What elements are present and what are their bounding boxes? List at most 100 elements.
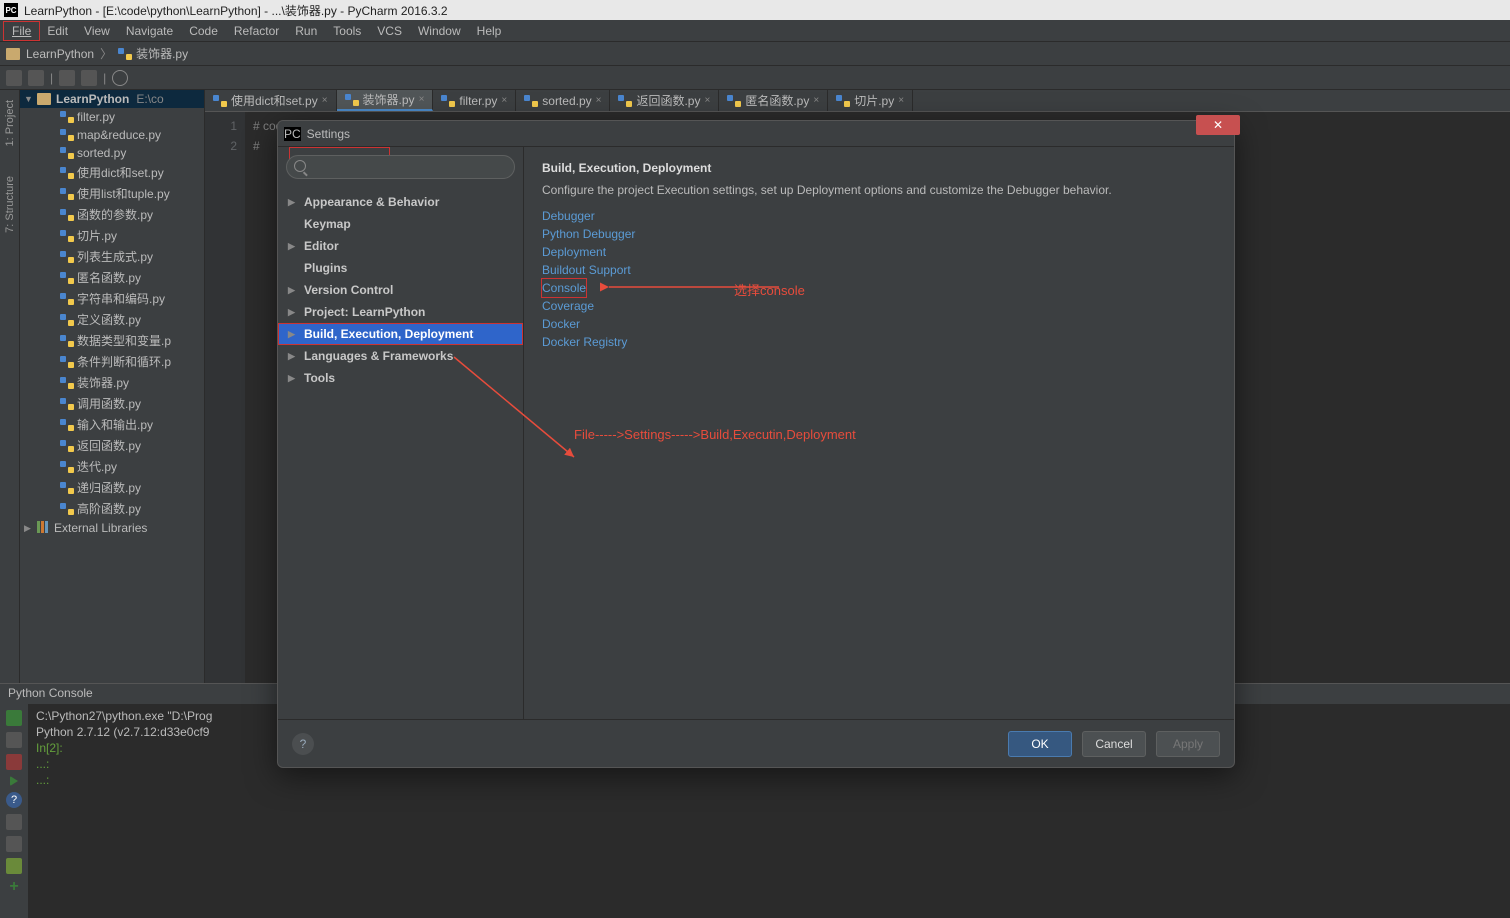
breadcrumb-project[interactable]: LearnPython xyxy=(26,47,94,61)
play-icon[interactable] xyxy=(10,776,18,786)
expand-arrow-icon[interactable]: ▼ xyxy=(24,94,34,104)
close-button[interactable]: ✕ xyxy=(1196,115,1240,135)
project-root-path: E:\co xyxy=(136,92,163,106)
project-root[interactable]: ▼ LearnPython E:\co xyxy=(20,90,204,108)
settings-link[interactable]: Debugger xyxy=(542,207,1216,225)
tree-file[interactable]: sorted.py xyxy=(20,144,204,162)
menu-navigate[interactable]: Navigate xyxy=(118,22,181,40)
settings-category[interactable]: Keymap xyxy=(278,213,523,235)
tree-file[interactable]: 调用函数.py xyxy=(20,393,204,414)
tree-file[interactable]: 递归函数.py xyxy=(20,477,204,498)
close-icon[interactable] xyxy=(6,754,22,770)
settings-category[interactable]: ▶Tools xyxy=(278,367,523,389)
cancel-button[interactable]: Cancel xyxy=(1082,731,1146,757)
project-root-label: LearnPython xyxy=(56,92,129,106)
gear-icon[interactable] xyxy=(112,70,128,86)
toolbar-icon[interactable] xyxy=(28,70,44,86)
tree-file[interactable]: 列表生成式.py xyxy=(20,246,204,267)
breadcrumb-file[interactable]: 装饰器.py xyxy=(136,45,188,62)
menu-view[interactable]: View xyxy=(76,22,118,40)
category-label: Editor xyxy=(304,239,339,253)
tree-file[interactable]: 高阶函数.py xyxy=(20,498,204,519)
menu-tools[interactable]: Tools xyxy=(325,22,369,40)
close-icon[interactable]: × xyxy=(813,95,819,106)
menu-window[interactable]: Window xyxy=(410,22,469,40)
editor-tab[interactable]: filter.py× xyxy=(433,90,516,111)
add-icon[interactable]: + xyxy=(6,880,22,896)
help-icon[interactable]: ? xyxy=(6,792,22,808)
tree-file[interactable]: 使用list和tuple.py xyxy=(20,183,204,204)
settings-link[interactable]: Console xyxy=(542,279,586,297)
settings-link[interactable]: Docker Registry xyxy=(542,333,1216,351)
ok-button[interactable]: OK xyxy=(1008,731,1072,757)
tree-file-label: 函数的参数.py xyxy=(77,206,153,223)
tree-file-label: map&reduce.py xyxy=(77,128,161,142)
project-tree[interactable]: ▼ LearnPython E:\co filter.py map&reduce.… xyxy=(20,90,205,683)
toolbar-icon[interactable] xyxy=(81,70,97,86)
tree-file[interactable]: 字符串和编码.py xyxy=(20,288,204,309)
help-button[interactable]: ? xyxy=(292,733,314,755)
project-tool-button[interactable]: 1: Project xyxy=(4,100,16,146)
editor-tab[interactable]: sorted.py× xyxy=(516,90,610,111)
structure-tool-button[interactable]: 7: Structure xyxy=(4,176,16,233)
editor-tab[interactable]: 匿名函数.py× xyxy=(719,90,828,111)
tree-file[interactable]: 返回函数.py xyxy=(20,435,204,456)
settings-category[interactable]: ▶Editor xyxy=(278,235,523,257)
close-icon[interactable]: × xyxy=(322,95,328,106)
tree-file[interactable]: 迭代.py xyxy=(20,456,204,477)
settings-category[interactable]: ▶Project: LearnPython xyxy=(278,301,523,323)
python-file-icon xyxy=(60,128,74,142)
external-libraries[interactable]: ▶ External Libraries xyxy=(20,519,204,537)
close-icon[interactable]: × xyxy=(704,95,710,106)
settings-category[interactable]: ▶Build, Execution, Deployment xyxy=(278,323,523,345)
python-file-icon xyxy=(60,418,74,432)
menu-code[interactable]: Code xyxy=(181,22,226,40)
settings-link[interactable]: Python Debugger xyxy=(542,225,1216,243)
tree-file[interactable]: 输入和输出.py xyxy=(20,414,204,435)
tree-file[interactable]: 切片.py xyxy=(20,225,204,246)
tree-file[interactable]: 定义函数.py xyxy=(20,309,204,330)
menu-edit[interactable]: Edit xyxy=(39,22,76,40)
tree-file[interactable]: 装饰器.py xyxy=(20,372,204,393)
editor-tab[interactable]: 返回函数.py× xyxy=(610,90,719,111)
menu-run[interactable]: Run xyxy=(287,22,325,40)
tree-file[interactable]: 条件判断和循环.p xyxy=(20,351,204,372)
settings-icon[interactable] xyxy=(6,836,22,852)
settings-category[interactable]: ▶Appearance & Behavior xyxy=(278,191,523,213)
rerun-icon[interactable] xyxy=(6,710,22,726)
editor-tab[interactable]: 切片.py× xyxy=(828,90,913,111)
debug-icon[interactable] xyxy=(6,814,22,830)
menu-refactor[interactable]: Refactor xyxy=(226,22,287,40)
expand-arrow-icon[interactable]: ▶ xyxy=(24,523,34,534)
python-file-icon xyxy=(60,271,74,285)
tree-file[interactable]: 匿名函数.py xyxy=(20,267,204,288)
settings-category[interactable]: ▶Languages & Frameworks xyxy=(278,345,523,367)
menu-file[interactable]: File xyxy=(4,22,39,40)
settings-category[interactable]: ▶Version Control xyxy=(278,279,523,301)
settings-link[interactable]: Deployment xyxy=(542,243,1216,261)
toolbar-icon[interactable] xyxy=(59,70,75,86)
editor-tab[interactable]: 装饰器.py× xyxy=(337,90,434,111)
tree-file[interactable]: 数据类型和变量.p xyxy=(20,330,204,351)
close-icon[interactable]: × xyxy=(898,95,904,106)
menu-help[interactable]: Help xyxy=(469,22,510,40)
close-icon[interactable]: × xyxy=(596,95,602,106)
bug-icon[interactable] xyxy=(6,858,22,874)
menu-vcs[interactable]: VCS xyxy=(369,22,410,40)
close-icon[interactable]: × xyxy=(419,94,425,105)
settings-search-input[interactable] xyxy=(286,155,515,179)
stop-icon[interactable] xyxy=(6,732,22,748)
tree-file[interactable]: 使用dict和set.py xyxy=(20,162,204,183)
apply-button[interactable]: Apply xyxy=(1156,731,1220,757)
settings-category[interactable]: Plugins xyxy=(278,257,523,279)
editor-tab[interactable]: 使用dict和set.py× xyxy=(205,90,337,111)
toolbar-icon[interactable] xyxy=(6,70,22,86)
tree-file[interactable]: filter.py xyxy=(20,108,204,126)
dialog-titlebar[interactable]: PC Settings ✕ xyxy=(278,121,1234,147)
tree-file[interactable]: map&reduce.py xyxy=(20,126,204,144)
tree-file[interactable]: 函数的参数.py xyxy=(20,204,204,225)
settings-link[interactable]: Coverage xyxy=(542,297,1216,315)
settings-link[interactable]: Docker xyxy=(542,315,1216,333)
settings-link[interactable]: Buildout Support xyxy=(542,261,1216,279)
close-icon[interactable]: × xyxy=(501,95,507,106)
